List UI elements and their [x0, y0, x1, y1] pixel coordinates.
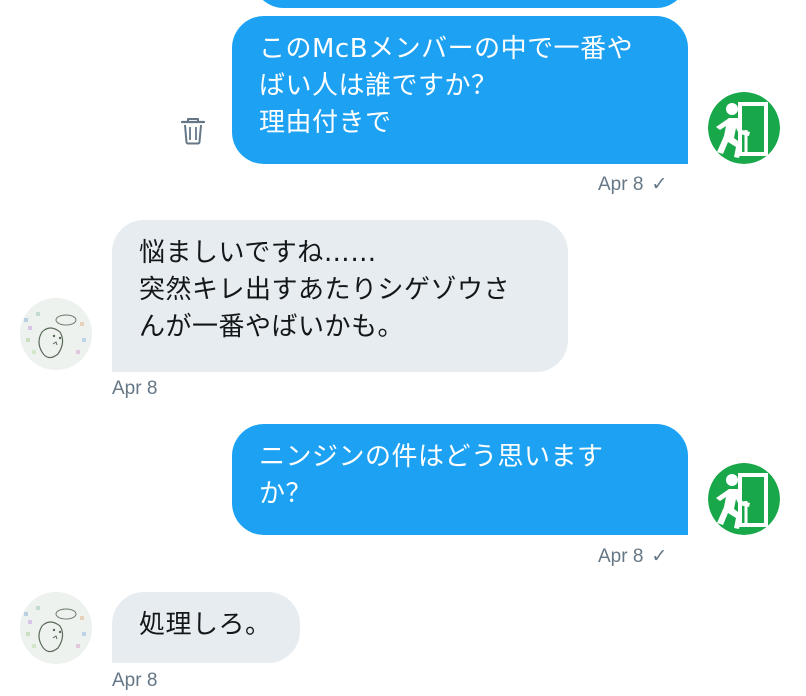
timestamp: Apr 8: [598, 546, 644, 567]
outgoing-message-bubble[interactable]: このMcBメンバーの中で一番や ばい人は誰ですか？ 理由付きで: [232, 16, 688, 164]
emergency-exit-icon: [708, 463, 780, 535]
user-avatar[interactable]: [708, 92, 780, 164]
timestamp: Apr 8: [598, 174, 644, 195]
previous-message-bubble: [252, 0, 688, 8]
message-timestamp: Apr 8: [112, 378, 158, 399]
checkmark-icon: ✓: [651, 174, 668, 195]
scribble-avatar-icon: [20, 592, 92, 664]
message-timestamp: Apr 8: [112, 670, 158, 691]
message-meta: Apr 8 ✓: [598, 173, 667, 197]
checkmark-icon: ✓: [651, 546, 668, 567]
message-meta: Apr 8 ✓: [598, 545, 667, 569]
incoming-message-bubble[interactable]: 悩ましいですね…… 突然キレ出すあたりシゲゾウさ んが一番やばいかも。: [112, 220, 568, 372]
scribble-avatar-icon: [20, 298, 92, 370]
trash-icon[interactable]: [180, 117, 206, 145]
emergency-exit-icon: [708, 92, 780, 164]
user-avatar[interactable]: [708, 463, 780, 535]
outgoing-message-bubble[interactable]: ニンジンの件はどう思います か？: [232, 424, 688, 535]
incoming-message-bubble[interactable]: 処理しろ。: [112, 592, 300, 663]
bot-avatar[interactable]: [20, 298, 92, 370]
bot-avatar[interactable]: [20, 592, 92, 664]
